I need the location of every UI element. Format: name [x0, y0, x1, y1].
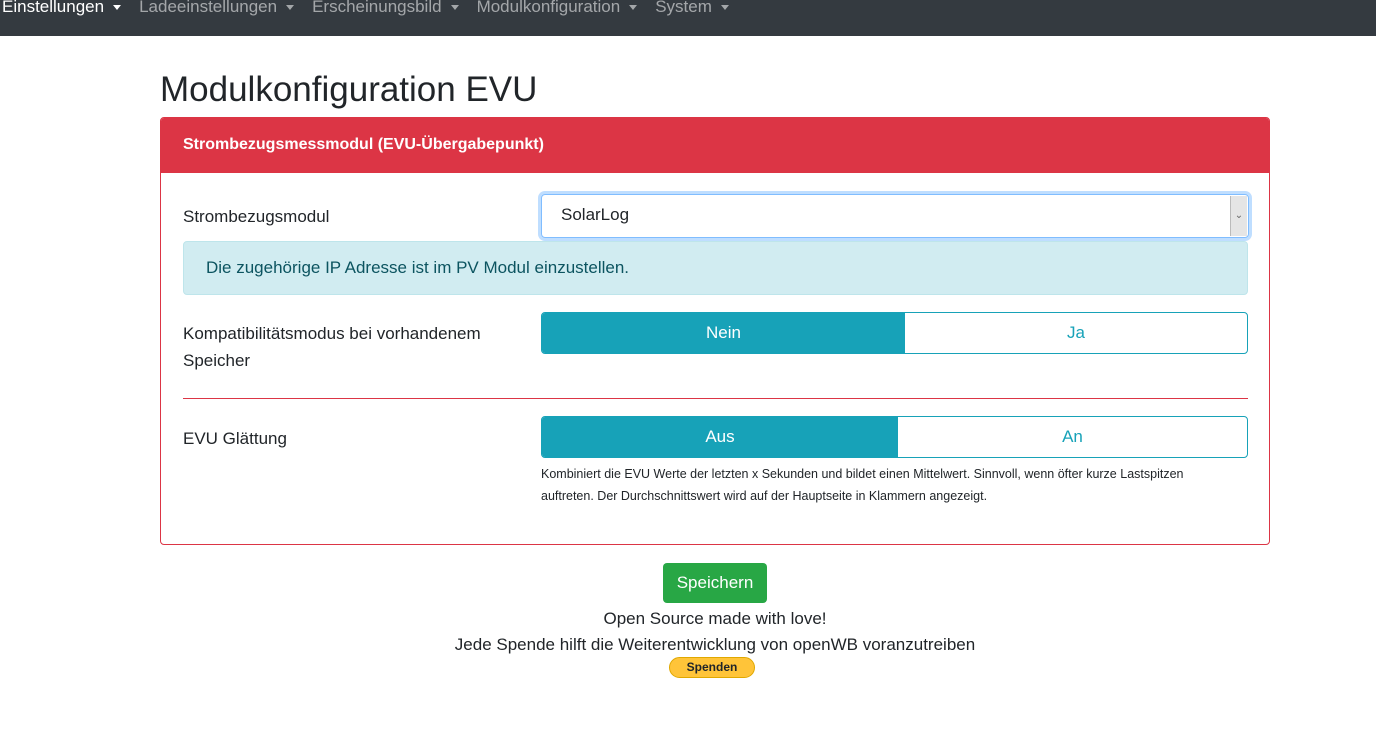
smooth-an-button[interactable]: An	[898, 417, 1247, 457]
nav-modulkonfiguration[interactable]: Modulkonfiguration	[468, 0, 647, 18]
caret-down-icon	[720, 5, 729, 11]
caret-down-icon	[629, 5, 638, 11]
chevron-down-icon: ⌄	[1230, 196, 1247, 236]
divider	[183, 398, 1248, 399]
footer-donate-text: Jede Spende hilft die Weiterentwicklung …	[454, 635, 976, 654]
caret-down-icon	[286, 5, 295, 11]
compat-nein-button[interactable]: Nein	[542, 313, 905, 353]
footer-love: Open Source made with love!	[603, 609, 827, 628]
smooth-aus-button[interactable]: Aus	[542, 417, 898, 457]
compat-ja-button[interactable]: Ja	[905, 313, 1247, 353]
smooth-help-text: Kombiniert die EVU Werte der letzten x S…	[541, 467, 1184, 503]
nav-label: Einstellungen	[2, 0, 105, 16]
nav-label: Ladeeinstellungen	[139, 0, 278, 16]
page-title: Modulkonfiguration EVU	[160, 70, 538, 109]
module-select[interactable]: SolarLog ⌄	[541, 194, 1249, 238]
nav-erscheinungsbild[interactable]: Erscheinungsbild	[303, 0, 467, 18]
nav-ladeeinstellungen[interactable]: Ladeeinstellungen	[130, 0, 303, 18]
compat-toggle: Nein Ja	[541, 312, 1248, 354]
nav-einstellungen[interactable]: Einstellungen	[0, 0, 130, 18]
donate-button[interactable]: Spenden	[669, 657, 755, 678]
smooth-label: EVU Glättung	[183, 429, 287, 448]
caret-down-icon	[450, 5, 459, 11]
nav-label: Modulkonfiguration	[476, 0, 621, 16]
save-button[interactable]: Speichern	[663, 563, 767, 603]
card-header: Strombezugsmessmodul (EVU-Übergabepunkt)	[161, 118, 1269, 173]
caret-down-icon	[113, 5, 122, 11]
nav-system[interactable]: System	[646, 0, 738, 18]
compat-label: Kompatibilitätsmodus bei vorhandenem Spe…	[183, 324, 481, 370]
nav-label: Erscheinungsbild	[312, 0, 442, 16]
smooth-toggle: Aus An	[541, 416, 1248, 458]
info-alert: Die zugehörige IP Adresse ist im PV Modu…	[183, 241, 1248, 295]
nav-label: System	[655, 0, 712, 16]
navbar: Einstellungen Ladeeinstellungen Erschein…	[0, 0, 1376, 36]
evu-card: Strombezugsmessmodul (EVU-Übergabepunkt)…	[160, 117, 1270, 545]
module-select-value: SolarLog	[561, 205, 630, 224]
module-label: Strombezugsmodul	[183, 207, 330, 226]
